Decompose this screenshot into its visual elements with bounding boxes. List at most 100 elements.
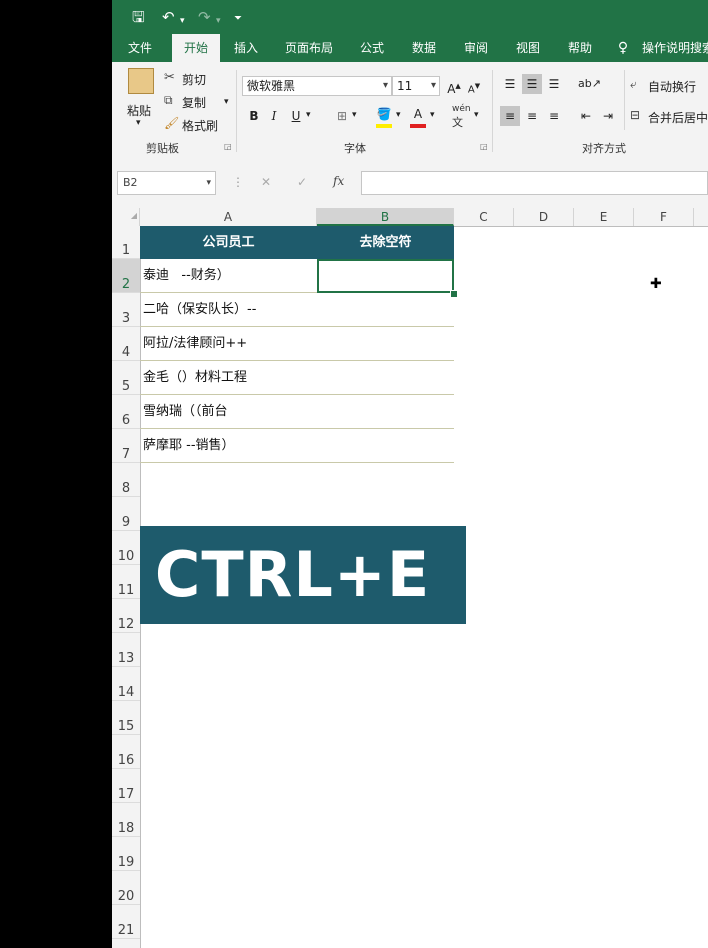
underline-button[interactable]: U bbox=[286, 106, 306, 126]
copy-button[interactable]: 复制 bbox=[182, 94, 206, 111]
column-header-b[interactable]: B bbox=[317, 208, 454, 226]
scissors-icon[interactable]: ✂ bbox=[164, 70, 175, 85]
borders-icon[interactable]: ⊞ bbox=[332, 106, 352, 126]
tab-page-layout[interactable]: 页面布局 bbox=[278, 34, 340, 62]
copy-icon[interactable]: ⧉ bbox=[164, 93, 173, 108]
tab-review[interactable]: 审阅 bbox=[456, 34, 496, 62]
fill-handle[interactable] bbox=[450, 290, 458, 298]
table-row[interactable]: 阿拉/法律顾问++ bbox=[140, 327, 454, 361]
tab-file[interactable]: 文件 bbox=[118, 34, 162, 62]
tab-data[interactable]: 数据 bbox=[404, 34, 444, 62]
row-header[interactable]: 21 bbox=[112, 905, 140, 939]
row-header[interactable]: 20 bbox=[112, 871, 140, 905]
row-header[interactable]: 19 bbox=[112, 837, 140, 871]
bold-button[interactable]: B bbox=[244, 106, 264, 126]
phonetic-icon[interactable]: wén 文 bbox=[452, 104, 471, 130]
decrease-indent-icon[interactable]: ⇤ bbox=[576, 106, 596, 126]
row-header[interactable]: 10 bbox=[112, 531, 140, 565]
increase-indent-icon[interactable]: ⇥ bbox=[598, 106, 618, 126]
tab-home[interactable]: 开始 bbox=[172, 34, 220, 62]
column-header-a[interactable]: A bbox=[140, 208, 317, 226]
redo-icon[interactable]: ↷ bbox=[198, 7, 211, 27]
cut-button[interactable]: 剪切 bbox=[182, 71, 206, 88]
insert-function-icon[interactable]: fx bbox=[333, 174, 344, 188]
paste-dropdown-icon[interactable]: ▾ bbox=[136, 118, 141, 128]
undo-icon[interactable]: ↶ bbox=[162, 7, 175, 27]
name-box[interactable]: B2 ▾ bbox=[117, 171, 216, 195]
font-name-select[interactable]: 微软雅黑 ▾ bbox=[242, 76, 392, 96]
row-header[interactable]: 15 bbox=[112, 701, 140, 735]
row-header[interactable]: 7 bbox=[112, 429, 140, 463]
column-header-e[interactable]: E bbox=[574, 208, 634, 226]
fill-dropdown-icon[interactable]: ▾ bbox=[396, 110, 401, 120]
column-header-f[interactable]: F bbox=[634, 208, 694, 226]
column-header-g[interactable] bbox=[694, 208, 708, 226]
align-right-icon[interactable]: ≡ bbox=[544, 106, 564, 126]
align-left-icon[interactable]: ≡ bbox=[500, 106, 520, 126]
format-painter-icon[interactable]: 🖌 bbox=[164, 116, 179, 130]
row-header[interactable]: 13 bbox=[112, 633, 140, 667]
shrink-font-icon[interactable]: A▼ bbox=[464, 76, 484, 96]
wrap-text-button[interactable]: 自动换行 bbox=[648, 78, 696, 95]
table-row[interactable]: 萨摩耶 --销售） bbox=[140, 429, 454, 463]
merge-center-icon[interactable]: ⊟ bbox=[630, 108, 640, 122]
fill-color-icon[interactable]: 🪣 bbox=[374, 104, 394, 124]
row-header[interactable]: 2 bbox=[112, 259, 140, 293]
tab-view[interactable]: 视图 bbox=[508, 34, 548, 62]
align-top-icon[interactable]: ☰ bbox=[500, 74, 520, 94]
table-row[interactable]: 二哈（保安队长）-- bbox=[140, 293, 454, 327]
row-header[interactable]: 9 bbox=[112, 497, 140, 531]
row-header[interactable]: 4 bbox=[112, 327, 140, 361]
row-header[interactable]: 8 bbox=[112, 463, 140, 497]
font-color-dropdown-icon[interactable]: ▾ bbox=[430, 110, 435, 120]
select-all-corner[interactable]: ◢ bbox=[112, 208, 140, 226]
copy-dropdown-icon[interactable]: ▾ bbox=[224, 97, 229, 107]
customize-icon[interactable]: ⏷ bbox=[234, 9, 242, 29]
align-middle-icon[interactable]: ☰ bbox=[522, 74, 542, 94]
borders-dropdown-icon[interactable]: ▾ bbox=[352, 110, 357, 120]
undo-dropdown-icon[interactable]: ▾ bbox=[180, 11, 185, 31]
paste-icon[interactable] bbox=[128, 68, 154, 94]
row-header[interactable]: 11 bbox=[112, 565, 140, 599]
row-header[interactable]: 3 bbox=[112, 293, 140, 327]
header-cell-a1[interactable]: 公司员工 bbox=[140, 226, 317, 259]
save-icon[interactable]: 🖫 bbox=[132, 7, 145, 27]
format-painter-button[interactable]: 格式刷 bbox=[182, 117, 218, 134]
clipboard-launcher-icon[interactable]: ◲ bbox=[224, 142, 232, 151]
paste-button[interactable]: 粘贴 bbox=[127, 102, 151, 119]
row-header[interactable]: 5 bbox=[112, 361, 140, 395]
wrap-text-icon[interactable]: ⤶ bbox=[630, 77, 637, 92]
table-row[interactable]: 金毛（）材料工程 bbox=[140, 361, 454, 395]
header-cell-b1[interactable]: 去除空符 bbox=[317, 226, 454, 259]
grow-font-icon[interactable]: A▲ bbox=[444, 76, 464, 96]
font-launcher-icon[interactable]: ◲ bbox=[480, 142, 488, 151]
cancel-icon[interactable]: ✕ bbox=[261, 175, 271, 189]
italic-button[interactable]: I bbox=[264, 106, 284, 126]
row-header[interactable]: 12 bbox=[112, 599, 140, 633]
tell-me-search[interactable]: 操作说明搜索 bbox=[642, 34, 708, 62]
font-color-icon[interactable]: A bbox=[408, 104, 428, 124]
column-header-c[interactable]: C bbox=[454, 208, 514, 226]
row-header[interactable]: 18 bbox=[112, 803, 140, 837]
active-cell-b2[interactable] bbox=[317, 259, 454, 293]
underline-dropdown-icon[interactable]: ▾ bbox=[306, 110, 311, 120]
tab-insert[interactable]: 插入 bbox=[226, 34, 266, 62]
column-header-d[interactable]: D bbox=[514, 208, 574, 226]
row-header[interactable]: 16 bbox=[112, 735, 140, 769]
row-header[interactable]: 14 bbox=[112, 667, 140, 701]
align-bottom-icon[interactable]: ☰ bbox=[544, 74, 564, 94]
formula-input[interactable] bbox=[361, 171, 708, 195]
table-row[interactable]: 雪纳瑞（（前台 bbox=[140, 395, 454, 429]
redo-dropdown-icon[interactable]: ▾ bbox=[216, 11, 221, 31]
row-header[interactable]: 1 bbox=[112, 226, 140, 259]
font-size-select[interactable]: 11 ▾ bbox=[392, 76, 440, 96]
orientation-icon[interactable]: ab↗ bbox=[578, 74, 601, 94]
row-header[interactable]: 17 bbox=[112, 769, 140, 803]
tab-formulas[interactable]: 公式 bbox=[352, 34, 392, 62]
merge-center-button[interactable]: 合并后居中 bbox=[648, 109, 708, 126]
row-header[interactable]: 6 bbox=[112, 395, 140, 429]
align-center-icon[interactable]: ≡ bbox=[522, 106, 542, 126]
enter-icon[interactable]: ✓ bbox=[297, 175, 307, 189]
tab-help[interactable]: 帮助 bbox=[560, 34, 600, 62]
phonetic-dropdown-icon[interactable]: ▾ bbox=[474, 110, 479, 120]
